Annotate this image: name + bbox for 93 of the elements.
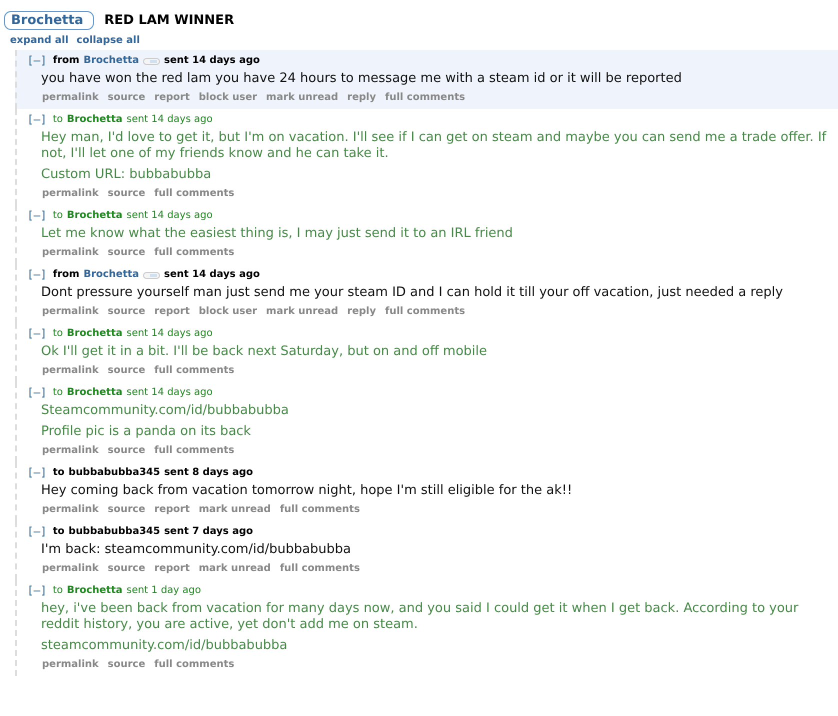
message-text: Hey coming back from vacation tomorrow night, hope I'm still eligible for the ak!! bbox=[41, 483, 574, 499]
collapse-toggle[interactable]: [–] bbox=[27, 54, 47, 68]
action-link[interactable]: permalink bbox=[42, 92, 99, 103]
mail-icon bbox=[143, 58, 160, 64]
author-link[interactable]: Brochetta bbox=[66, 584, 122, 598]
direction-label: to bbox=[52, 525, 65, 539]
sent-time: sent 14 days ago bbox=[164, 268, 260, 282]
recipient-name: bubbabubba345 bbox=[68, 466, 160, 480]
author-link[interactable]: Brochetta bbox=[66, 327, 122, 341]
collapse-toggle[interactable]: [–] bbox=[27, 113, 47, 127]
action-link[interactable]: permalink bbox=[42, 504, 99, 515]
action-link[interactable]: permalink bbox=[42, 659, 99, 670]
action-link[interactable]: full comments bbox=[384, 92, 466, 103]
action-link[interactable]: full comments bbox=[154, 188, 234, 199]
action-link[interactable]: full comments bbox=[154, 445, 234, 456]
collapse-toggle[interactable]: [–] bbox=[27, 466, 47, 480]
direction-label: to bbox=[52, 466, 65, 480]
direction-label: from bbox=[52, 54, 80, 68]
action-link[interactable]: permalink bbox=[42, 563, 99, 574]
recipient-name: bubbabubba345 bbox=[68, 525, 160, 539]
action-link[interactable]: mark unread bbox=[266, 92, 338, 103]
collapse-toggle[interactable]: [–] bbox=[27, 386, 47, 400]
action-link[interactable]: permalink bbox=[42, 247, 99, 258]
action-link[interactable]: mark unread bbox=[198, 563, 271, 574]
action-link[interactable]: report bbox=[154, 504, 190, 515]
direction-label: to bbox=[52, 584, 63, 598]
collapse-toggle[interactable]: [–] bbox=[27, 525, 47, 539]
author-link[interactable]: Brochetta bbox=[66, 209, 122, 223]
sent-time: sent 14 days ago bbox=[164, 54, 260, 68]
collapse-toggle[interactable]: [–] bbox=[27, 584, 47, 598]
action-link[interactable]: permalink bbox=[42, 188, 99, 199]
direction-label: to bbox=[52, 386, 63, 400]
sent-time: sent 14 days ago bbox=[126, 209, 213, 223]
message-text: Ok I'll get it in a bit. I'll be back next Saturday, but on and off mobile bbox=[41, 344, 488, 360]
message-text: Let me know what the easiest thing is, I may just send it to an IRL friend bbox=[41, 226, 514, 242]
author-link[interactable]: Brochetta bbox=[83, 268, 140, 282]
action-link[interactable]: full comments bbox=[384, 306, 466, 317]
sent-time: sent 1 day ago bbox=[126, 584, 201, 598]
thread-link[interactable]: expand all bbox=[10, 35, 69, 46]
action-link[interactable]: source bbox=[108, 365, 146, 376]
action-link[interactable]: source bbox=[108, 445, 146, 456]
action-link[interactable]: source bbox=[108, 306, 146, 317]
collapse-toggle[interactable]: [–] bbox=[27, 268, 47, 282]
sent-time: sent 14 days ago bbox=[126, 113, 213, 127]
message-text: hey, i've been back from vacation for many days now, and you said I could get it when I get back. According to your reddit history, you are active, yet don't add me on steam. bbox=[41, 601, 800, 633]
action-link[interactable]: permalink bbox=[42, 306, 99, 317]
direction-label: from bbox=[52, 268, 80, 282]
action-link[interactable]: full comments bbox=[280, 563, 360, 574]
message-text: Steamcommunity.com/id/bubbabubba bbox=[41, 403, 290, 419]
action-link[interactable]: mark unread bbox=[198, 504, 271, 515]
thread-subject: RED LAM WINNER bbox=[104, 13, 234, 28]
action-link[interactable]: source bbox=[108, 504, 146, 515]
action-link[interactable]: block user bbox=[198, 92, 258, 103]
action-link[interactable]: full comments bbox=[280, 504, 360, 515]
user-tag[interactable]: Brochetta bbox=[4, 11, 94, 30]
mail-icon bbox=[143, 272, 160, 278]
action-link[interactable]: reply bbox=[347, 306, 376, 317]
action-link[interactable]: mark unread bbox=[266, 306, 338, 317]
message-text: Profile pic is a panda on its back bbox=[41, 424, 252, 440]
message-text: you have won the red lam you have 24 hours to message me with a steam id or it will be reported bbox=[41, 71, 683, 87]
message-text: Custom URL: bubbabubba bbox=[41, 167, 212, 183]
action-link[interactable]: report bbox=[154, 92, 190, 103]
action-link[interactable]: source bbox=[108, 659, 146, 670]
direction-label: to bbox=[52, 327, 63, 341]
action-link[interactable]: source bbox=[108, 92, 146, 103]
message-text: I'm back: steamcommunity.com/id/bubbabubba bbox=[41, 542, 352, 558]
action-link[interactable]: full comments bbox=[154, 247, 234, 258]
action-link[interactable]: full comments bbox=[154, 659, 234, 670]
action-link[interactable]: permalink bbox=[42, 445, 99, 456]
sent-time: sent 14 days ago bbox=[126, 386, 213, 400]
collapse-toggle[interactable]: [–] bbox=[27, 209, 47, 223]
action-link[interactable]: source bbox=[108, 247, 146, 258]
action-link[interactable]: reply bbox=[347, 92, 376, 103]
sent-time: sent 14 days ago bbox=[126, 327, 213, 341]
action-link[interactable]: full comments bbox=[154, 365, 234, 376]
author-link[interactable]: Brochetta bbox=[83, 54, 140, 68]
direction-label: to bbox=[52, 209, 63, 223]
direction-label: to bbox=[52, 113, 63, 127]
action-link[interactable]: report bbox=[154, 563, 190, 574]
sent-time: sent 7 days ago bbox=[164, 525, 253, 539]
action-link[interactable]: report bbox=[154, 306, 190, 317]
message-text: Hey man, I'd love to get it, but I'm on vacation. I'll see if I can get on steam and maybe you can send me a trade offer. If not, I'll let one of my friends know and he can take it. bbox=[41, 130, 828, 162]
action-link[interactable]: permalink bbox=[42, 365, 99, 376]
sent-time: sent 8 days ago bbox=[164, 466, 253, 480]
message-text: Dont pressure yourself man just send me your steam ID and I can hold it till your off vacation, just needed a reply bbox=[41, 285, 784, 301]
author-link[interactable]: Brochetta bbox=[66, 113, 122, 127]
message-text: steamcommunity.com/id/bubbabubba bbox=[41, 638, 288, 654]
author-link[interactable]: Brochetta bbox=[66, 386, 122, 400]
action-link[interactable]: block user bbox=[198, 306, 258, 317]
thread-link[interactable]: collapse all bbox=[76, 35, 140, 46]
action-link[interactable]: source bbox=[108, 563, 146, 574]
action-link[interactable]: source bbox=[108, 188, 146, 199]
collapse-toggle[interactable]: [–] bbox=[27, 327, 47, 341]
